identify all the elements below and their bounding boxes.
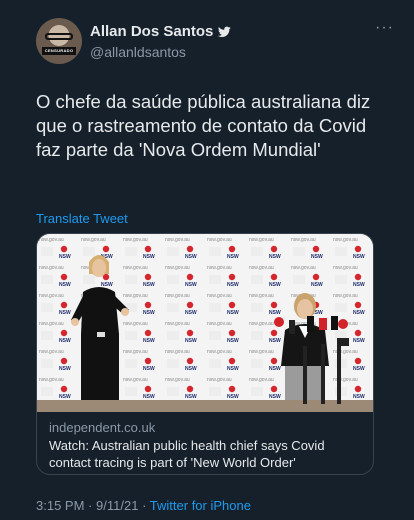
user-info: Allan Dos Santos @allanldsantos (90, 23, 232, 60)
footer-separator: · (88, 498, 93, 513)
tweet-header: CENSURADO Allan Dos Santos @allanldsanto… (36, 18, 394, 70)
tweet-text: O chefe da saúde pública australiana diz… (36, 91, 371, 160)
avatar-badge: CENSURADO (42, 47, 76, 55)
display-name[interactable]: Allan Dos Santos (90, 23, 213, 40)
link-preview-card[interactable]: nsw.gov.au NSW (36, 233, 374, 475)
card-title[interactable]: Watch: Australian public health chief sa… (49, 437, 361, 471)
avatar-glasses (45, 33, 73, 40)
verified-bird-icon (218, 26, 232, 37)
tweet-date[interactable]: 9/11/21 (96, 498, 138, 513)
user-handle[interactable]: @allanldsantos (90, 44, 231, 60)
tweet-detail: CENSURADO Allan Dos Santos @allanldsanto… (0, 0, 414, 520)
press-conference-image: nsw.gov.au NSW (37, 234, 373, 412)
display-name-row[interactable]: Allan Dos Santos (90, 23, 232, 40)
avatar[interactable]: CENSURADO (36, 18, 82, 64)
tweet-footer: 3:15 PM · 9/11/21 · Twitter for iPhone (36, 498, 251, 513)
more-options-icon[interactable]: ··· (375, 20, 394, 36)
card-image: nsw.gov.au NSW (37, 234, 373, 412)
translate-tweet-link[interactable]: Translate Tweet (36, 211, 128, 226)
tweet-time[interactable]: 3:15 PM (36, 498, 84, 513)
footer-separator: · (142, 498, 147, 513)
tweet-source[interactable]: Twitter for iPhone (150, 498, 251, 513)
card-domain: independent.co.uk (49, 420, 156, 435)
card-meta: independent.co.uk Watch: Australian publ… (49, 420, 361, 471)
